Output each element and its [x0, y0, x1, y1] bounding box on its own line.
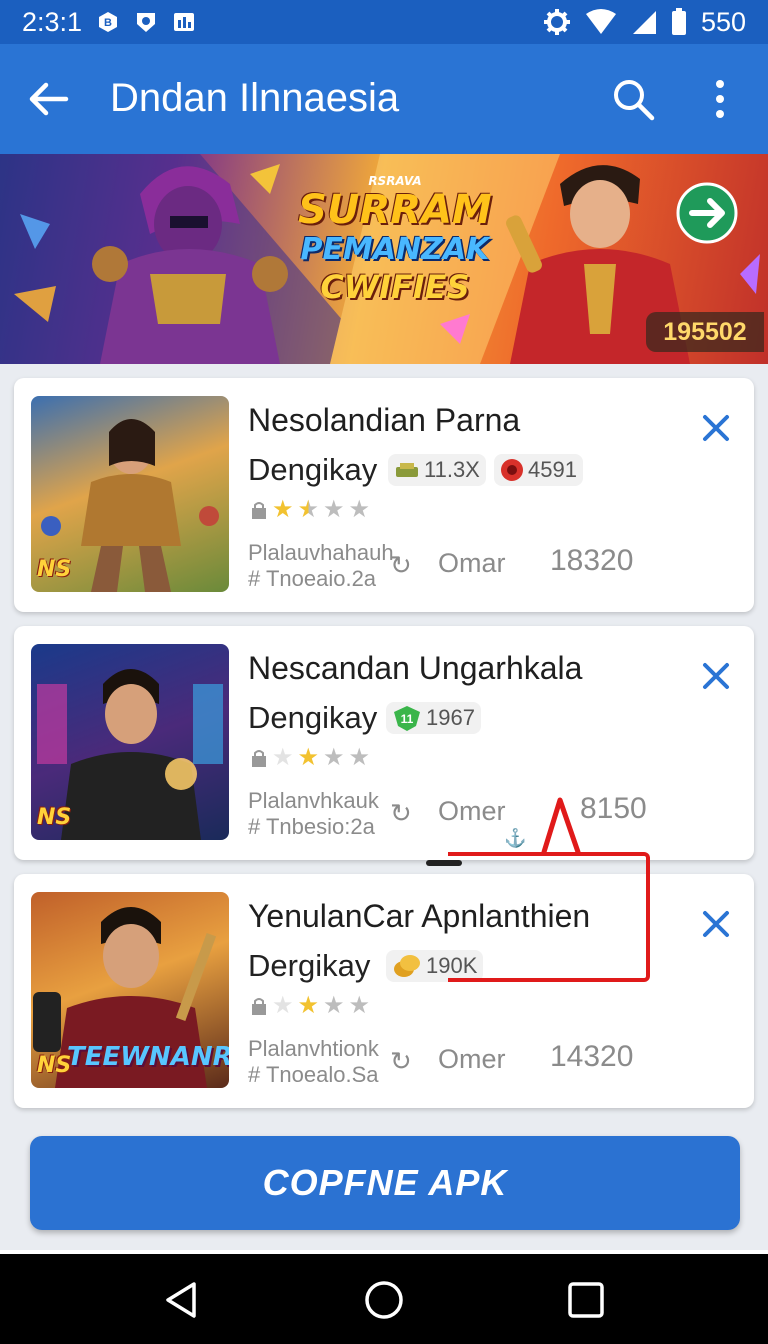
item-number: 18320 [550, 544, 634, 577]
item-subtitle: Dengikay [248, 452, 378, 487]
star-icon: ★ [272, 496, 294, 523]
banner-kicker: RSRAVA [368, 174, 422, 188]
thumb-title: TEEWNANR [67, 1042, 229, 1072]
screen: 2:3:1 B 550 Dndan Ilnnaesia RSRAVA SURRA… [0, 0, 768, 1344]
red-coin-icon [501, 459, 523, 481]
star-icon: ★ [323, 992, 345, 1019]
app-notification-icon: B [99, 12, 118, 32]
item-meta-line1: Plalauvhahauh [248, 540, 394, 565]
lock-icon [252, 998, 266, 1015]
coins-icon [394, 955, 420, 977]
thumb-badge: NS [37, 557, 72, 582]
star-rating: ★ ★ ★ ★ [250, 746, 370, 770]
wifi-icon [585, 9, 616, 34]
item-meta-line2: # Tnbesio:2a [248, 814, 375, 839]
nav-recents-icon[interactable] [566, 1280, 606, 1320]
battery-icon [671, 8, 686, 35]
close-icon[interactable] [700, 660, 732, 692]
item-tag-text: 1967 [426, 705, 475, 730]
star-rating: ★ ★ ★ ★ [250, 994, 370, 1018]
banner-headline: RSRAVA SURRAM PEMANZAK CWIFIES [280, 174, 510, 306]
nav-home-icon[interactable] [364, 1280, 404, 1320]
svg-text:B: B [104, 17, 112, 29]
item-number: 8150 [580, 792, 647, 825]
item-tag-text: 11.3X [424, 457, 480, 482]
banner-line1: SURRAM [298, 187, 492, 233]
item-owner: Omar [438, 548, 506, 578]
settings-gear-icon [543, 9, 570, 35]
back-arrow-icon[interactable] [26, 77, 70, 121]
item-owner: Omer [438, 796, 506, 826]
status-bar: 2:3:1 B 550 [0, 0, 768, 44]
arrow-right-icon[interactable] [676, 182, 738, 244]
star-half-icon: ★ [297, 496, 320, 523]
annotation-box-gap [448, 852, 588, 856]
more-vert-icon[interactable] [704, 76, 736, 122]
lock-icon [252, 750, 266, 767]
item-meta-line2: # Tnoealo.Sa [248, 1062, 379, 1087]
item-tag-text: 4591 [528, 457, 577, 482]
item-owner: Omer [438, 1044, 506, 1074]
shield-notification-icon [137, 13, 156, 32]
game-thumbnail: NS [31, 396, 229, 592]
item-title: Nesolandian Parna [248, 402, 521, 438]
item-meta-line1: Plalanvhtionk [248, 1036, 379, 1061]
status-left: 2:3:1 B [22, 7, 196, 38]
item-number: 14320 [550, 1040, 634, 1073]
refresh-icon: ↻ [390, 550, 412, 580]
banner-line3: CWIFIES [320, 268, 470, 306]
status-time: 2:3:1 [22, 6, 83, 37]
green-shield-icon: 11 [394, 706, 420, 731]
item-tag: 11 1967 [386, 702, 481, 734]
refresh-icon: ↻ [390, 1046, 412, 1076]
banner-count: 195502 [646, 312, 764, 352]
lock-icon [252, 502, 266, 519]
refresh-icon: ↻ [390, 798, 412, 828]
thumb-badge: NS [37, 805, 72, 830]
item-meta-line2: # Tnoeaio.2a [248, 566, 377, 591]
item-tag: 4591 [494, 454, 583, 486]
banner-line2: PEMANZAK [300, 232, 490, 267]
signal-icon [632, 11, 656, 34]
star-icon: ★ [297, 744, 320, 771]
page-title: Dndan Ilnnaesia [110, 76, 400, 120]
chart-notification-icon [174, 13, 195, 31]
nav-back-icon[interactable] [162, 1280, 202, 1320]
star-icon: ★ [348, 496, 371, 523]
star-icon: ★ [323, 496, 345, 523]
item-meta-line1: Plalanvhkauk [248, 788, 379, 813]
close-icon[interactable] [700, 412, 732, 444]
status-right: 550 [543, 7, 746, 38]
star-icon: ★ [297, 992, 320, 1019]
search-icon[interactable] [610, 76, 656, 122]
list-item[interactable]: NS Nescandan Ungarhkala Dengikay 11 1967… [14, 626, 754, 860]
item-tag: 11.3X [388, 454, 486, 486]
status-level: 550 [700, 6, 746, 37]
star-rating: ★ ★ ★ ★ [250, 498, 370, 522]
app-bar: Dndan Ilnnaesia [0, 44, 768, 154]
annotation-box [448, 852, 650, 982]
star-icon: ★ [348, 744, 371, 771]
star-icon: ★ [272, 992, 294, 1019]
promo-banner[interactable]: RSRAVA SURRAM PEMANZAK CWIFIES 195502 [0, 154, 768, 364]
star-icon: ★ [348, 992, 371, 1019]
game-thumbnail: NS [31, 644, 229, 840]
money-icon [396, 463, 418, 477]
pin-icon: ⚓ [504, 828, 527, 848]
system-nav-bar [0, 1254, 768, 1344]
star-icon: ★ [272, 744, 294, 771]
annotation-arrow [541, 797, 581, 855]
item-subtitle: Dergikay [248, 948, 371, 983]
item-title: Nescandan Ungarhkala [248, 650, 583, 686]
banner-warrior-art [92, 166, 288, 364]
close-icon[interactable] [700, 908, 732, 940]
game-thumbnail: NS TEEWNANR [31, 892, 229, 1088]
download-apk-button[interactable]: COPFNE APK [30, 1136, 740, 1230]
list-item[interactable]: NS Nesolandian Parna Dengikay 11.3X 4591… [14, 378, 754, 612]
star-icon: ★ [323, 744, 345, 771]
svg-text:11: 11 [401, 712, 414, 726]
item-subtitle: Dengikay [248, 700, 378, 735]
